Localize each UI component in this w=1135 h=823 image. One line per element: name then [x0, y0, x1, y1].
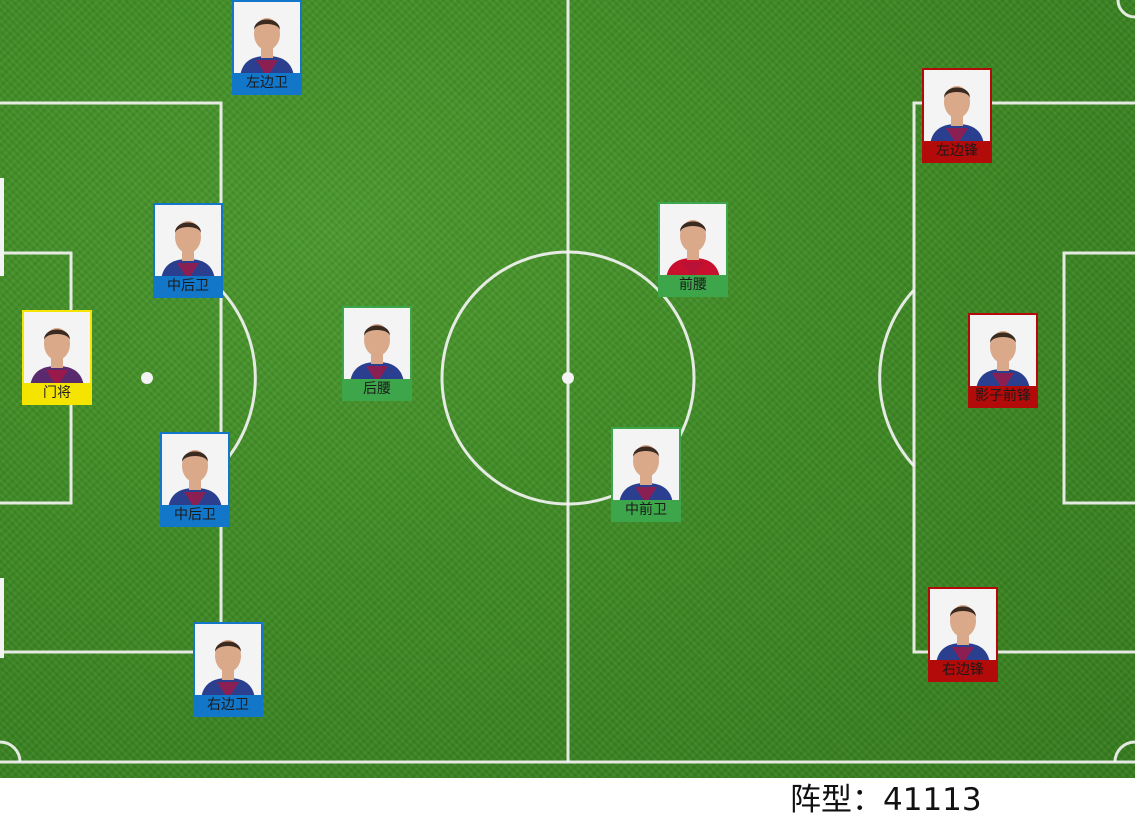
player-card-center-back-2[interactable]: 中后卫 [160, 432, 230, 527]
player-card-left-back[interactable]: 左边卫 [232, 0, 302, 95]
player-photo-icon [234, 2, 300, 77]
formation-label: 阵型：41113 [790, 782, 982, 818]
player-card-attacking-mid[interactable]: 前腰 [658, 202, 728, 297]
player-photo-icon [613, 429, 679, 504]
position-label: 门将 [24, 383, 90, 403]
position-label: 后腰 [344, 379, 410, 399]
position-label: 右边卫 [195, 695, 261, 715]
player-photo-icon [195, 624, 261, 699]
player-photo-icon [24, 312, 90, 387]
player-card-left-wing[interactable]: 左边锋 [922, 68, 992, 163]
position-label: 左边锋 [924, 141, 990, 161]
player-photo-icon [344, 308, 410, 383]
player-photo-icon [162, 434, 228, 509]
position-label: 影子前锋 [970, 386, 1036, 406]
football-pitch: 左边卫 中后卫 门将 中后卫 右边卫 后腰 前腰 中前卫 左边锋 影子前锋 右边 [0, 0, 1135, 778]
player-photo-icon [660, 204, 726, 279]
player-card-right-back[interactable]: 右边卫 [193, 622, 263, 717]
player-photo-icon [970, 315, 1036, 390]
player-card-second-striker[interactable]: 影子前锋 [968, 313, 1038, 408]
player-photo-icon [924, 70, 990, 145]
player-card-right-wing[interactable]: 右边锋 [928, 587, 998, 682]
player-card-goalkeeper[interactable]: 门将 [22, 310, 92, 405]
position-label: 中前卫 [613, 500, 679, 520]
player-card-defensive-mid[interactable]: 后腰 [342, 306, 412, 401]
position-label: 左边卫 [234, 73, 300, 93]
position-label: 中后卫 [162, 505, 228, 525]
player-photo-icon [930, 589, 996, 664]
position-label: 右边锋 [930, 660, 996, 680]
player-card-central-mid[interactable]: 中前卫 [611, 427, 681, 522]
player-photo-icon [155, 205, 221, 280]
position-label: 中后卫 [155, 276, 221, 296]
player-card-center-back-1[interactable]: 中后卫 [153, 203, 223, 298]
position-label: 前腰 [660, 275, 726, 295]
